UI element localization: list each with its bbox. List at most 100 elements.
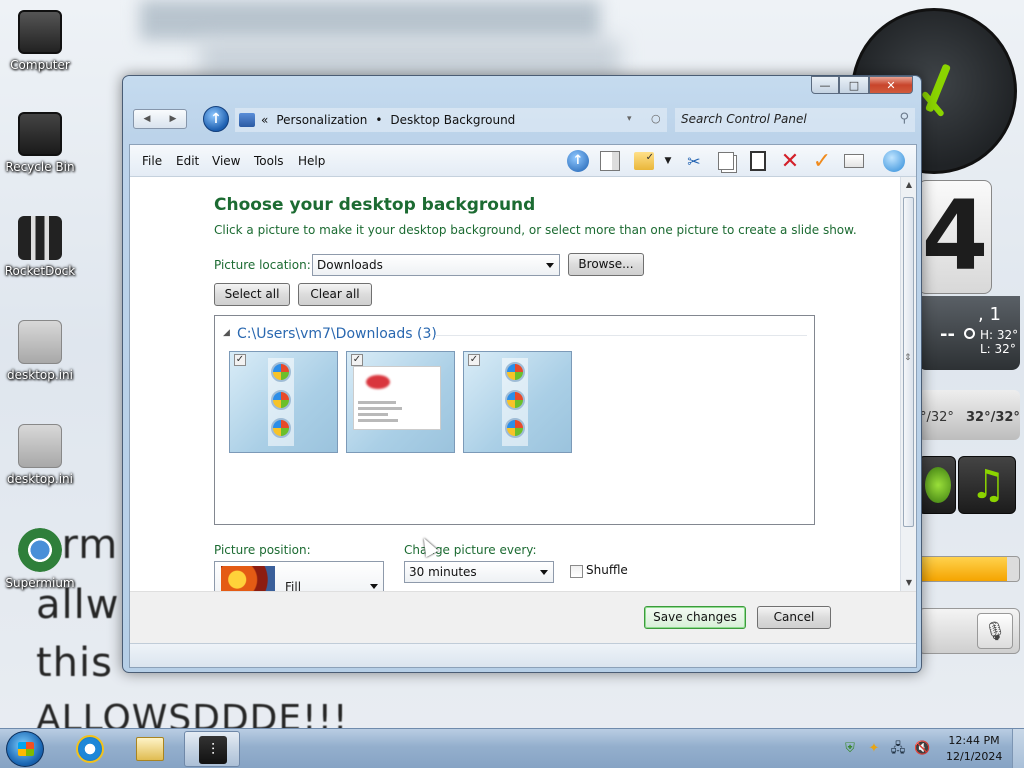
up-icon[interactable]: ↑ bbox=[566, 149, 590, 173]
breadcrumb-chevrons[interactable]: « bbox=[261, 113, 268, 127]
search-icon[interactable]: ⚲ bbox=[899, 111, 909, 126]
picture-checkbox[interactable]: ✓ bbox=[351, 354, 363, 366]
scroll-down-arrow[interactable]: ▼ bbox=[901, 575, 917, 591]
desktop-icon-label: Recycle Bin bbox=[5, 160, 75, 174]
picture-thumbnail-2[interactable]: ✓ bbox=[346, 351, 455, 453]
weather-low: L: 32° bbox=[980, 342, 1016, 356]
up-folder-icon[interactable]: ↑ bbox=[203, 106, 229, 132]
show-desktop-button[interactable] bbox=[1012, 729, 1024, 768]
address-bar[interactable]: « Personalization • Desktop Background bbox=[235, 108, 667, 132]
wallpaper-text: this bbox=[36, 640, 113, 686]
taskbar-internet-explorer[interactable] bbox=[62, 731, 118, 767]
address-dropdown-icon[interactable]: ▾ bbox=[627, 114, 632, 124]
close-button[interactable]: ✕ bbox=[869, 76, 913, 94]
weather-gadget[interactable]: , 1 -- H: 32° L: 32° bbox=[918, 296, 1020, 370]
shuffle-checkbox[interactable] bbox=[570, 565, 583, 578]
volume-slider[interactable] bbox=[918, 556, 1020, 582]
menu-view[interactable]: View bbox=[212, 154, 240, 168]
taskbar-explorer[interactable] bbox=[122, 731, 178, 767]
start-button[interactable] bbox=[6, 731, 44, 767]
save-changes-button[interactable]: Save changes bbox=[644, 606, 746, 629]
desktop-icon-supermium[interactable]: Supermium bbox=[4, 528, 76, 590]
chevron-down-icon bbox=[370, 584, 378, 589]
forward-button[interactable]: ▶ bbox=[160, 110, 186, 128]
desktop-icon-label: RocketDock bbox=[4, 264, 76, 278]
degree-icon bbox=[964, 328, 975, 339]
folder-icon bbox=[136, 737, 164, 761]
volume-muted-icon[interactable]: 🔇 bbox=[914, 741, 930, 757]
collapse-icon[interactable]: ◢ bbox=[223, 328, 230, 338]
breadcrumb-separator: • bbox=[375, 113, 383, 127]
network-tray-icon[interactable]: 🖧 bbox=[890, 741, 906, 757]
flip-clock-gadget[interactable]: 4 bbox=[918, 180, 992, 294]
supermium-browser-icon bbox=[18, 528, 62, 572]
security-tray-icon[interactable]: ⛨ bbox=[842, 741, 858, 757]
refresh-icon[interactable]: ○ bbox=[651, 112, 661, 125]
taskbar: ⫶ ⛨ ✦ 🖧 🔇 12:44 PM 12/1/2024 bbox=[0, 728, 1024, 768]
globe-icon[interactable] bbox=[882, 149, 906, 173]
clock-date: 12/1/2024 bbox=[946, 750, 1003, 763]
browse-button[interactable]: Browse... bbox=[568, 253, 644, 276]
menu-edit[interactable]: Edit bbox=[176, 154, 199, 168]
bluetooth-tray-icon[interactable]: ✦ bbox=[866, 741, 882, 757]
taskbar-control-panel[interactable]: ⫶ bbox=[184, 731, 240, 767]
copy-icon[interactable] bbox=[714, 149, 738, 173]
clear-all-button[interactable]: Clear all bbox=[298, 283, 372, 306]
system-clock[interactable]: 12:44 PM 12/1/2024 bbox=[946, 733, 1002, 765]
forecast-temp: °/32° bbox=[920, 410, 954, 425]
menu-help[interactable]: Help bbox=[298, 154, 325, 168]
desktop-icon-rocketdock[interactable]: RocketDock bbox=[4, 216, 76, 278]
rocketdock-icon bbox=[18, 216, 62, 260]
vertical-scrollbar[interactable]: ▲ ⇕ ▼ bbox=[900, 177, 916, 591]
picture-thumbnail-3[interactable]: ✓ bbox=[463, 351, 572, 453]
desktop-icon-desktop-ini-1[interactable]: desktop.ini bbox=[4, 320, 76, 382]
shuffle-label[interactable]: Shuffle bbox=[586, 563, 628, 577]
windows-orb-icon bbox=[271, 362, 291, 382]
picture-position-select[interactable]: Fill bbox=[214, 561, 384, 591]
select-all-button[interactable]: Select all bbox=[214, 283, 290, 306]
music-note-icon: ♫ bbox=[970, 462, 1006, 508]
control-panel-icon bbox=[239, 113, 255, 127]
folder-group-header[interactable]: C:\Users\vm7\Downloads (3) bbox=[237, 326, 437, 342]
music-gadget-tile[interactable]: ♫ bbox=[958, 456, 1016, 514]
chevron-down-icon bbox=[546, 263, 554, 268]
status-bar bbox=[130, 643, 916, 667]
maximize-button[interactable]: □ bbox=[839, 76, 869, 94]
breadcrumb-personalization[interactable]: Personalization bbox=[276, 113, 367, 127]
picture-location-select[interactable]: Downloads bbox=[312, 254, 560, 276]
page-title: Choose your desktop background bbox=[214, 195, 536, 215]
windows-logo-icon bbox=[18, 742, 34, 756]
folder-check-icon[interactable]: ✓ bbox=[632, 149, 656, 173]
delete-icon[interactable]: ✕ bbox=[778, 149, 802, 174]
breadcrumb-desktop-background[interactable]: Desktop Background bbox=[390, 113, 515, 127]
minimize-button[interactable]: — bbox=[811, 76, 839, 94]
cut-icon[interactable]: ✂ bbox=[682, 149, 706, 173]
chevron-down-icon bbox=[540, 570, 548, 575]
desktop-icon-computer[interactable]: Computer bbox=[4, 10, 76, 72]
scroll-up-arrow[interactable]: ▲ bbox=[901, 177, 917, 193]
text-line bbox=[358, 407, 402, 410]
dropdown-icon[interactable]: ▼ bbox=[656, 149, 680, 173]
picture-checkbox[interactable]: ✓ bbox=[234, 354, 246, 366]
picture-checkbox[interactable]: ✓ bbox=[468, 354, 480, 366]
settings-file-icon bbox=[18, 424, 62, 468]
desktop-icon-recycle-bin[interactable]: Recycle Bin bbox=[4, 112, 76, 174]
windows-orb-icon bbox=[505, 362, 525, 382]
voice-search-gadget[interactable]: 🎙 bbox=[918, 608, 1020, 654]
cancel-button[interactable]: Cancel bbox=[757, 606, 831, 629]
media-gadget-tile[interactable] bbox=[918, 456, 956, 514]
desktop-icon-desktop-ini-2[interactable]: desktop.ini bbox=[4, 424, 76, 486]
menu-file[interactable]: File bbox=[142, 154, 162, 168]
picture-thumbnail-1[interactable]: ✓ bbox=[229, 351, 338, 453]
search-input[interactable]: Search Control Panel ⚲ bbox=[675, 108, 915, 132]
email-icon[interactable] bbox=[842, 149, 866, 173]
paste-icon[interactable] bbox=[746, 149, 770, 173]
scrollbar-grip-icon: ⇕ bbox=[904, 353, 912, 363]
menu-tools[interactable]: Tools bbox=[254, 154, 284, 168]
change-interval-select[interactable]: 30 minutes bbox=[404, 561, 554, 583]
checkmark-icon[interactable]: ✓ bbox=[810, 149, 834, 174]
preview-pane-icon[interactable] bbox=[598, 149, 622, 173]
back-button[interactable]: ◀ bbox=[134, 110, 160, 128]
forecast-gadget[interactable]: °/32° 32°/32° bbox=[918, 390, 1020, 440]
microphone-icon[interactable]: 🎙 bbox=[977, 613, 1013, 649]
